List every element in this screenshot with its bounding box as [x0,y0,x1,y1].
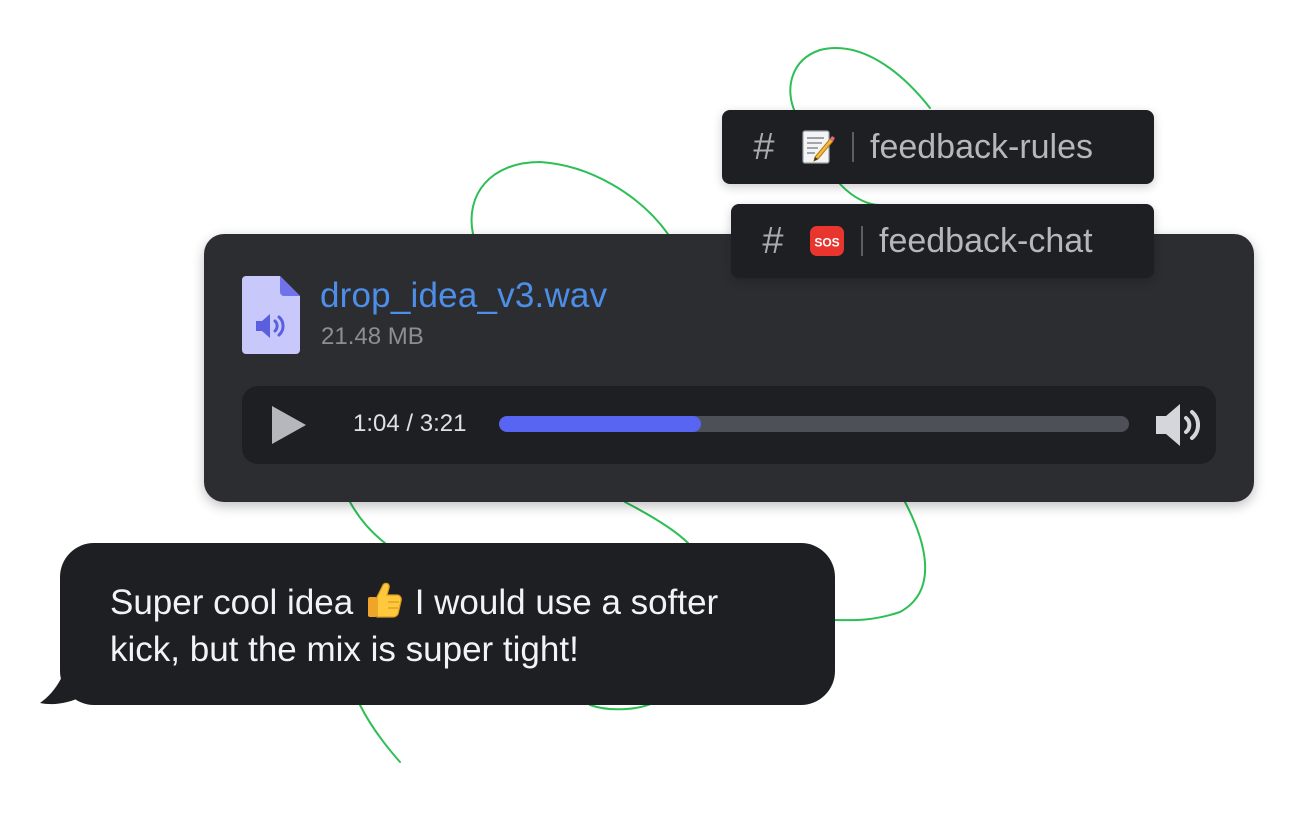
channel-name: feedback-rules [870,127,1094,166]
playback-time: 1:04 / 3:21 [353,410,467,437]
chat-message-bubble: Super cool idea I would use a softer kic… [60,543,835,705]
message-text-line2: kick, but the mix is super tight! [110,630,579,669]
play-icon[interactable] [268,404,308,446]
pill-divider [852,132,854,162]
audio-player: 1:04 / 3:21 [242,386,1216,464]
svg-text:SOS: SOS [814,236,839,250]
channel-name: feedback-chat [879,221,1093,260]
message-text-start: Super cool idea [110,583,354,622]
hash-icon: # [753,126,775,168]
memo-emoji-icon [802,130,835,164]
playback-progress-bar[interactable] [499,416,1129,432]
playback-progress-fill [499,416,701,432]
sos-emoji-icon: SOS [810,226,844,256]
audio-file-name-link[interactable]: drop_idea_v3.wav [320,276,607,316]
audio-file-icon [242,276,300,354]
chat-message-text: Super cool idea I would use a softer kic… [110,579,810,673]
stage: drop_idea_v3.wav 21.48 MB 1:04 / 3:21 # [0,0,1300,816]
channel-pill-feedback-rules[interactable]: # feedback-rules [722,110,1154,184]
hash-icon: # [762,220,784,262]
audio-file-size: 21.48 MB [321,323,424,350]
volume-icon[interactable] [1152,402,1202,448]
channel-pill-feedback-chat[interactable]: # SOS feedback-chat [731,204,1154,278]
thumbs-up-emoji-icon [367,582,402,618]
pill-divider [861,226,863,256]
message-text-line1-end: I would use a softer [414,583,719,622]
